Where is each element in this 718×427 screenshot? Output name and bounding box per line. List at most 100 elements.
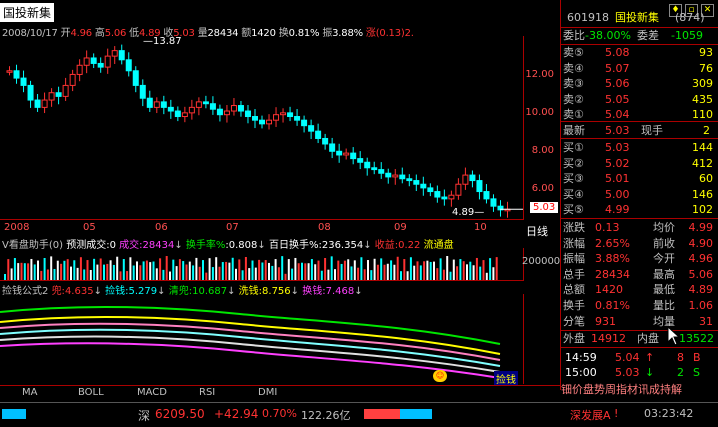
stat-row: 涨跌 0.13 均价 4.99 bbox=[561, 220, 717, 235]
volume-bar bbox=[327, 269, 330, 280]
stat-value: 4.89 bbox=[688, 283, 714, 297]
candle-body bbox=[343, 152, 350, 156]
level-label: 卖① bbox=[563, 108, 584, 121]
candle-body bbox=[455, 183, 462, 196]
candle-body bbox=[111, 50, 118, 57]
level-price: 5.06 bbox=[605, 77, 630, 90]
clock: 03:23:42 bbox=[644, 407, 694, 420]
candle-body bbox=[13, 70, 20, 79]
volume-bar bbox=[83, 269, 86, 280]
volume-bar bbox=[386, 263, 389, 280]
tab-rsi[interactable]: RSI bbox=[199, 387, 215, 398]
volume-bar bbox=[208, 258, 211, 280]
volume-bar bbox=[248, 268, 251, 280]
candle-body bbox=[62, 84, 69, 97]
candle-body bbox=[34, 99, 41, 108]
volume-bar bbox=[264, 260, 267, 280]
candle-body bbox=[329, 143, 336, 152]
volume-bar bbox=[258, 259, 261, 280]
weibi-row: 委比 -38.00% 委差 -1059 bbox=[561, 28, 717, 43]
candle-body bbox=[209, 103, 216, 110]
volume-bar bbox=[37, 260, 39, 280]
ask-row[interactable]: 卖① 5.04 110 bbox=[561, 107, 717, 122]
stat-value: 931 bbox=[595, 314, 616, 328]
index-name: 深 bbox=[138, 409, 151, 423]
bid-row[interactable]: 买④ 5.00 146 bbox=[561, 187, 717, 202]
candle-body bbox=[139, 84, 146, 99]
volume-bar bbox=[86, 260, 89, 280]
ask-row[interactable]: 卖② 5.05 435 bbox=[561, 92, 717, 107]
volume-bar bbox=[235, 268, 237, 280]
volume-bar bbox=[254, 267, 257, 280]
volume-bar bbox=[202, 260, 204, 280]
volume-bar bbox=[96, 264, 99, 280]
price-chart[interactable]: —13.87 4.89— bbox=[0, 36, 524, 220]
candle-body bbox=[174, 110, 181, 118]
volume-bar bbox=[294, 257, 297, 280]
volume-bar bbox=[370, 270, 373, 280]
smiley-icon: ☺ bbox=[433, 370, 447, 382]
weicha-label: 委差 bbox=[637, 29, 659, 42]
tick-time: 14:59 bbox=[565, 351, 597, 364]
stat-value: 3.88% bbox=[595, 252, 630, 266]
volume-bar bbox=[406, 271, 409, 280]
period-label[interactable]: 日线 bbox=[526, 223, 548, 239]
volume-bar bbox=[400, 271, 402, 280]
candle-body bbox=[280, 112, 287, 116]
stock-name: 国投新集 bbox=[615, 11, 659, 24]
tab-macd[interactable]: MACD bbox=[137, 387, 167, 398]
stat-value: 4.96 bbox=[688, 252, 714, 266]
ask-row[interactable]: 卖③ 5.06 309 bbox=[561, 76, 717, 91]
volume-bar bbox=[330, 256, 333, 280]
volume-bar bbox=[20, 262, 23, 280]
volume-bar bbox=[439, 258, 442, 280]
volume-bar bbox=[413, 265, 416, 280]
bid-row[interactable]: 买① 5.03 144 bbox=[561, 140, 717, 155]
tick-price: 5.04 bbox=[615, 351, 640, 364]
ask-row[interactable]: 卖④ 5.07 76 bbox=[561, 61, 717, 76]
volume-bar bbox=[317, 260, 320, 280]
stat-label: 量比 bbox=[653, 299, 675, 312]
mouse-cursor-icon bbox=[667, 326, 681, 346]
level-volume: 412 bbox=[692, 156, 713, 170]
volume-bar bbox=[350, 266, 353, 280]
y-tick: 12.00 bbox=[525, 69, 554, 80]
bid-row[interactable]: 买⑤ 4.99 102 bbox=[561, 202, 717, 217]
volume-bar bbox=[7, 259, 10, 280]
volume-bar bbox=[99, 258, 102, 280]
candle-body bbox=[125, 59, 132, 72]
candle-body bbox=[287, 112, 294, 118]
volume-bar bbox=[337, 260, 340, 280]
stat-row: 总手 28434 最高 5.06 bbox=[561, 267, 717, 282]
candle-body bbox=[357, 158, 364, 163]
volume-bar bbox=[291, 268, 294, 280]
level-label: 买① bbox=[563, 141, 584, 154]
volume-bar bbox=[195, 257, 198, 280]
indicator-chart[interactable]: ☺ 捡钱 bbox=[0, 294, 524, 386]
weibi-value: -38.00% bbox=[585, 29, 631, 42]
volume-bar bbox=[215, 257, 218, 280]
volume-bar bbox=[475, 257, 478, 280]
candle-body bbox=[195, 101, 202, 108]
cur-vol-label: 现手 bbox=[641, 124, 663, 137]
level-label: 卖② bbox=[563, 92, 584, 106]
stat-label: 前收 bbox=[653, 236, 675, 250]
volume-bar bbox=[482, 260, 485, 280]
level-volume: 309 bbox=[692, 77, 713, 90]
volume-bar bbox=[357, 267, 360, 280]
marquee-text[interactable]: 钿价盘势周指材讯成持解 bbox=[561, 382, 717, 397]
candle-body bbox=[371, 167, 378, 171]
candle-body bbox=[490, 198, 497, 207]
tab-ma[interactable]: MA bbox=[22, 387, 37, 398]
ask-row[interactable]: 卖⑤ 5.08 93 bbox=[561, 45, 717, 60]
bid-row[interactable]: 买③ 5.01 60 bbox=[561, 171, 717, 186]
volume-bar bbox=[459, 259, 462, 280]
volume-bar bbox=[446, 256, 449, 280]
tab-dmi[interactable]: DMI bbox=[258, 387, 277, 398]
broker-name[interactable]: 深发展A bbox=[570, 407, 611, 423]
tab-boll[interactable]: BOLL bbox=[78, 387, 104, 398]
volume-chart[interactable] bbox=[0, 248, 524, 281]
volume-bar bbox=[419, 265, 422, 280]
bid-row[interactable]: 买② 5.02 412 bbox=[561, 156, 717, 171]
volume-bar bbox=[165, 256, 168, 280]
